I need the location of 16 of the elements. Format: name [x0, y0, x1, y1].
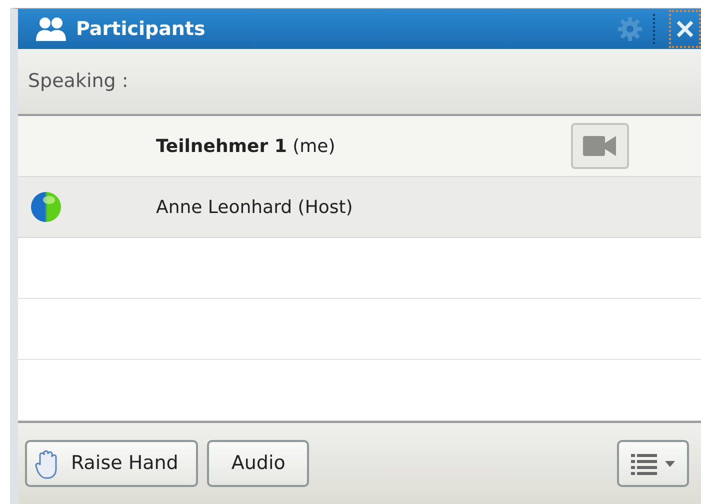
video-button[interactable]: [571, 123, 629, 169]
people-icon: [34, 16, 68, 42]
speaking-label: Speaking :: [28, 69, 128, 94]
hand-icon: [35, 448, 57, 478]
video-camera-icon: [583, 135, 617, 157]
participant-name: Anne Leonhard (Host): [156, 196, 353, 218]
panel-title: Participants: [76, 16, 206, 42]
audio-button[interactable]: Audio: [207, 440, 310, 487]
list-menu-button[interactable]: [617, 440, 689, 487]
list-icon: [631, 452, 657, 476]
participant-name: Teilnehmer 1 (me): [156, 136, 336, 156]
participant-row[interactable]: Teilnehmer 1 (me): [18, 116, 701, 177]
participant-row[interactable]: Anne Leonhard (Host): [18, 177, 701, 238]
raise-hand-button[interactable]: Raise Hand: [25, 440, 198, 487]
close-icon: [676, 20, 694, 38]
caret-icon: [665, 460, 675, 466]
